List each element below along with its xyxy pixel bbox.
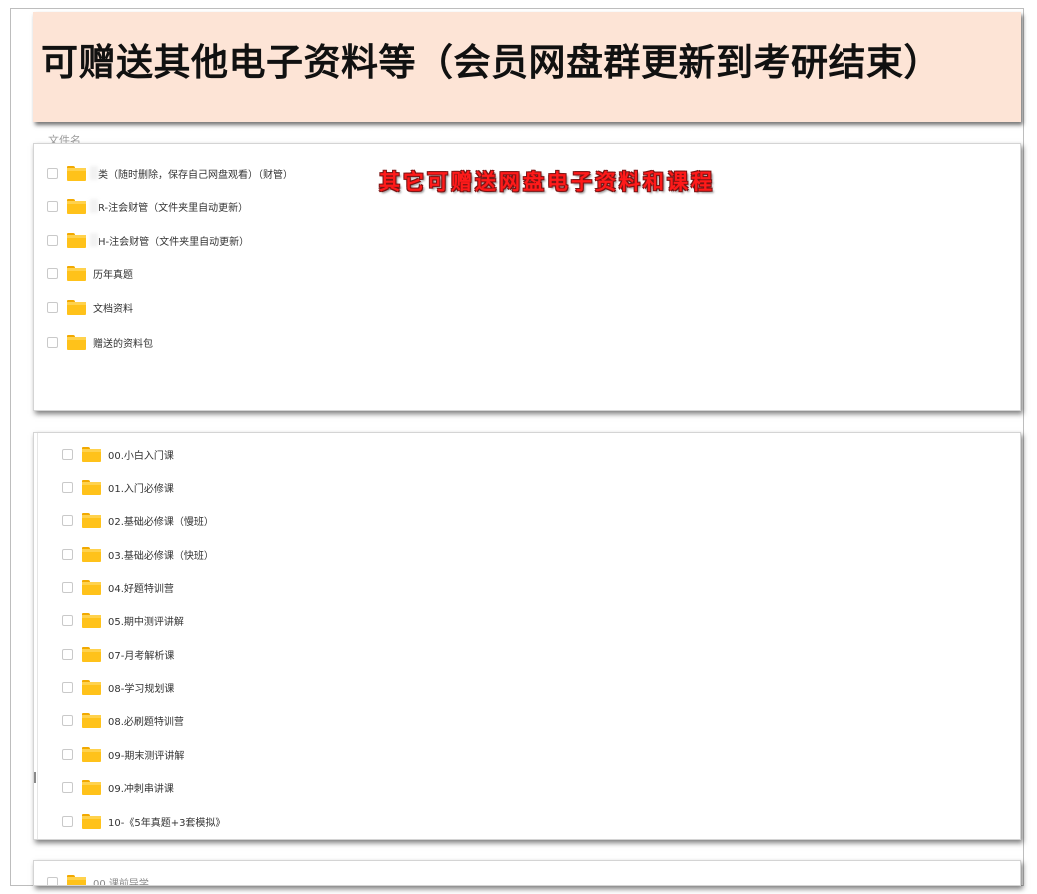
file-name[interactable]: 05.期中测评讲解	[108, 613, 184, 628]
row-checkbox[interactable]	[62, 614, 73, 626]
list-item[interactable]: 历年真题	[47, 262, 133, 284]
row-checkbox[interactable]	[47, 267, 58, 279]
list-item[interactable]: R-注会财管（文件夹里自动更新）	[47, 195, 248, 217]
file-name[interactable]: 00.小白入门课	[108, 447, 174, 462]
file-name[interactable]: 04.好题特训营	[108, 580, 174, 595]
scroll-marker	[34, 772, 36, 783]
file-list-panel-3: 00.课前导学	[33, 860, 1021, 886]
file-name[interactable]: 01.入门必修课	[108, 480, 174, 495]
file-name[interactable]: 类（随时删除，保存自己网盘观看）（财管）	[98, 166, 293, 181]
row-checkbox[interactable]	[47, 167, 58, 179]
row-checkbox[interactable]	[62, 448, 73, 460]
folder-icon	[82, 512, 101, 528]
file-name[interactable]: 赠送的资料包	[93, 335, 153, 350]
row-checkbox[interactable]	[47, 336, 58, 348]
folder-icon	[67, 874, 86, 885]
list-item[interactable]: 08.必刷题特训营	[62, 709, 184, 731]
list-item[interactable]: H-注会财管（文件夹里自动更新）	[47, 229, 249, 251]
folder-icon	[82, 813, 101, 829]
folder-icon	[67, 265, 86, 281]
redacted-mark	[90, 166, 98, 180]
folder-icon	[82, 746, 101, 762]
folder-icon	[82, 779, 101, 795]
banner-title: 可赠送其他电子资料等（会员网盘群更新到考研结束）	[41, 40, 941, 84]
row-checkbox[interactable]	[62, 815, 73, 827]
file-name[interactable]: 08.必刷题特训营	[108, 713, 184, 728]
row-checkbox[interactable]	[47, 301, 58, 313]
list-item[interactable]: 02.基础必修课（慢班）	[62, 509, 214, 531]
list-item[interactable]: 09-期末测评讲解	[62, 743, 184, 765]
list-item[interactable]: 类（随时删除，保存自己网盘观看）（财管）	[47, 162, 293, 184]
folder-icon	[82, 546, 101, 562]
row-checkbox[interactable]	[62, 681, 73, 693]
row-checkbox[interactable]	[62, 481, 73, 493]
list-item[interactable]: 03.基础必修课（快班）	[62, 543, 214, 565]
file-list-panel-1: 其它可赠送网盘电子资料和课程 类（随时删除，保存自己网盘观看）（财管） R-注会…	[33, 143, 1021, 411]
folder-icon	[67, 334, 86, 350]
list-item[interactable]: 04.好题特训营	[62, 576, 174, 598]
file-name[interactable]: 历年真题	[93, 266, 133, 281]
row-checkbox[interactable]	[62, 548, 73, 560]
file-list-panel-2: 00.小白入门课 01.入门必修课 02.基础必修课（慢班） 03.基础必修课（…	[33, 432, 1021, 840]
list-item[interactable]: 05.期中测评讲解	[62, 609, 184, 631]
redacted-mark	[90, 199, 98, 213]
file-name[interactable]: 09-期末测评讲解	[108, 747, 184, 762]
row-checkbox[interactable]	[62, 648, 73, 660]
list-item[interactable]: 赠送的资料包	[47, 331, 153, 353]
row-checkbox[interactable]	[47, 200, 58, 212]
list-item[interactable]: 07-月考解析课	[62, 643, 174, 665]
folder-icon	[67, 165, 86, 181]
file-name[interactable]: R-注会财管（文件夹里自动更新）	[98, 199, 248, 214]
file-name[interactable]: 00.课前导学	[93, 875, 149, 886]
folder-icon	[82, 579, 101, 595]
folder-icon	[82, 712, 101, 728]
folder-icon	[67, 232, 86, 248]
list-item[interactable]: 10-《5年真题+3套模拟》	[62, 810, 225, 832]
list-item[interactable]: 01.入门必修课	[62, 476, 174, 498]
row-checkbox[interactable]	[62, 781, 73, 793]
panel-divider	[37, 433, 38, 839]
file-name[interactable]: 08-学习规划课	[108, 680, 174, 695]
folder-icon	[82, 479, 101, 495]
file-name[interactable]: 09.冲刺串讲课	[108, 780, 174, 795]
redacted-mark	[90, 233, 98, 247]
file-name[interactable]: 03.基础必修课（快班）	[108, 547, 214, 562]
folder-icon	[82, 679, 101, 695]
row-checkbox[interactable]	[62, 581, 73, 593]
folder-icon	[67, 299, 86, 315]
list-item[interactable]: 00.课前导学	[47, 871, 149, 886]
folder-icon	[82, 646, 101, 662]
callout-text: 其它可赠送网盘电子资料和课程	[379, 170, 715, 194]
row-checkbox[interactable]	[62, 748, 73, 760]
folder-icon	[67, 198, 86, 214]
list-item[interactable]: 08-学习规划课	[62, 676, 174, 698]
row-checkbox[interactable]	[47, 234, 58, 246]
row-checkbox[interactable]	[47, 876, 58, 885]
list-item[interactable]: 文档资料	[47, 296, 133, 318]
file-name[interactable]: 02.基础必修课（慢班）	[108, 513, 214, 528]
folder-icon	[82, 446, 101, 462]
file-name[interactable]: H-注会财管（文件夹里自动更新）	[98, 233, 249, 248]
list-item[interactable]: 00.小白入门课	[62, 443, 174, 465]
promo-banner: 可赠送其他电子资料等（会员网盘群更新到考研结束）	[33, 12, 1021, 122]
file-name[interactable]: 10-《5年真题+3套模拟》	[108, 814, 225, 829]
file-name[interactable]: 07-月考解析课	[108, 647, 174, 662]
list-item[interactable]: 09.冲刺串讲课	[62, 776, 174, 798]
file-name[interactable]: 文档资料	[93, 300, 133, 315]
row-checkbox[interactable]	[62, 714, 73, 726]
row-checkbox[interactable]	[62, 514, 73, 526]
folder-icon	[82, 612, 101, 628]
